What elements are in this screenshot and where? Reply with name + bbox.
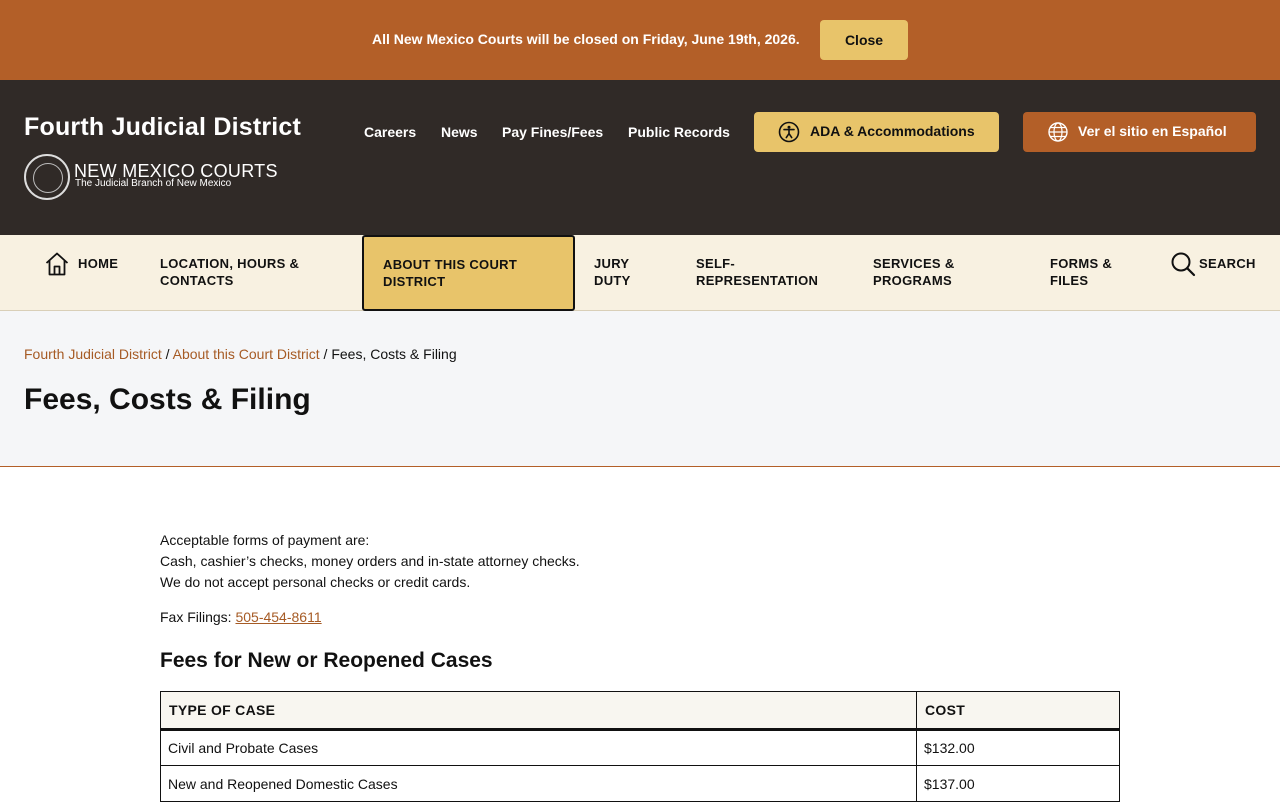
fees-heading: Fees for New or Reopened Cases (160, 649, 493, 672)
fax-number-link[interactable]: 505-454-8611 (235, 609, 321, 625)
nav-jury-line2: DUTY (594, 273, 631, 288)
payment-line: Cash, cashier’s checks, money orders and… (160, 553, 580, 569)
nav-home[interactable]: HOME (78, 255, 118, 272)
nav-about-this-court-district[interactable]: ABOUT THIS COURT DISTRICT (362, 235, 575, 311)
org-tagline: The Judicial Branch of New Mexico (75, 178, 232, 189)
table-row: Civil and Probate Cases $132.00 (160, 729, 1120, 766)
spanish-site-button[interactable]: Ver el sitio en Español (1023, 112, 1256, 152)
payment-line: Acceptable forms of payment are: (160, 532, 370, 548)
pay-fines-link[interactable]: Pay Fines/Fees (502, 124, 603, 140)
breadcrumb-separator: / (161, 346, 173, 362)
breadcrumb: Fourth Judicial District / About this Co… (24, 346, 457, 362)
alert-banner: All New Mexico Courts will be closed on … (0, 0, 1280, 80)
case-type-cell: New and Reopened Domestic Cases (160, 765, 917, 802)
nav-search[interactable]: SEARCH (1199, 255, 1256, 272)
ada-label: ADA & Accommodations (810, 123, 975, 139)
accessibility-icon (778, 121, 800, 143)
page-title: Fees, Costs & Filing (24, 383, 311, 416)
page-header: Fourth Judicial District / About this Co… (0, 311, 1280, 467)
nav-location-hours-contacts[interactable]: LOCATION, HOURS & CONTACTS (160, 255, 299, 289)
fees-table: TYPE OF CASE COST Civil and Probate Case… (160, 691, 1120, 802)
nav-location-line1: LOCATION, HOURS & (160, 256, 300, 271)
site-header: Fourth Judicial District NEW MEXICO COUR… (0, 80, 1280, 235)
nav-self-line1: SELF- (696, 256, 736, 271)
alert-close-button[interactable]: Close (820, 20, 908, 60)
court-seal-logo (24, 154, 70, 200)
nav-self-line2: REPRESENTATION (696, 273, 819, 288)
table-header-row: TYPE OF CASE COST (160, 691, 1120, 731)
column-header-type: TYPE OF CASE (160, 691, 917, 731)
nav-services-line1: SERVICES & (873, 256, 955, 271)
public-records-link[interactable]: Public Records (628, 124, 730, 140)
nav-about-line2: DISTRICT (383, 274, 446, 289)
nav-jury-line1: JURY (594, 256, 630, 271)
payment-line: We do not accept personal checks or cred… (160, 574, 471, 590)
breadcrumb-home-link[interactable]: Fourth Judicial District (24, 346, 162, 362)
fax-label: Fax Filings: (160, 609, 236, 625)
nav-jury-duty[interactable]: JURY DUTY (594, 255, 631, 289)
home-icon[interactable] (44, 251, 70, 277)
breadcrumb-about-link[interactable]: About this Court District (173, 346, 320, 362)
ada-accommodations-button[interactable]: ADA & Accommodations (754, 112, 999, 152)
search-icon[interactable] (1170, 251, 1196, 277)
cost-cell: $132.00 (916, 729, 1120, 766)
breadcrumb-separator: / (319, 346, 332, 362)
alert-message: All New Mexico Courts will be closed on … (372, 31, 800, 47)
nav-location-line2: CONTACTS (160, 273, 234, 288)
main-nav: HOME LOCATION, HOURS & CONTACTS ABOUT TH… (0, 235, 1280, 311)
nav-forms-line2: FILES (1050, 273, 1089, 288)
globe-icon (1048, 122, 1068, 142)
case-type-cell: Civil and Probate Cases (160, 729, 917, 766)
news-link[interactable]: News (441, 124, 478, 140)
nav-forms-line1: FORMS & (1050, 256, 1113, 271)
nav-forms-files[interactable]: FORMS & FILES (1050, 255, 1112, 289)
careers-link[interactable]: Careers (364, 124, 416, 140)
nav-about-line1: ABOUT THIS COURT (383, 257, 518, 272)
cost-cell: $137.00 (916, 765, 1120, 802)
site-title[interactable]: Fourth Judicial District (24, 113, 301, 142)
column-header-cost: COST (916, 691, 1120, 731)
payment-info: Acceptable forms of payment are: Cash, c… (160, 530, 580, 593)
table-row: New and Reopened Domestic Cases $137.00 (160, 765, 1120, 802)
fax-filings: Fax Filings: 505-454-8611 (160, 609, 322, 625)
breadcrumb-current: Fees, Costs & Filing (331, 346, 457, 362)
nav-self-representation[interactable]: SELF- REPRESENTATION (696, 255, 818, 289)
spanish-label: Ver el sitio en Español (1078, 123, 1227, 139)
nav-services-line2: PROGRAMS (873, 273, 952, 288)
nav-services-programs[interactable]: SERVICES & PROGRAMS (873, 255, 955, 289)
